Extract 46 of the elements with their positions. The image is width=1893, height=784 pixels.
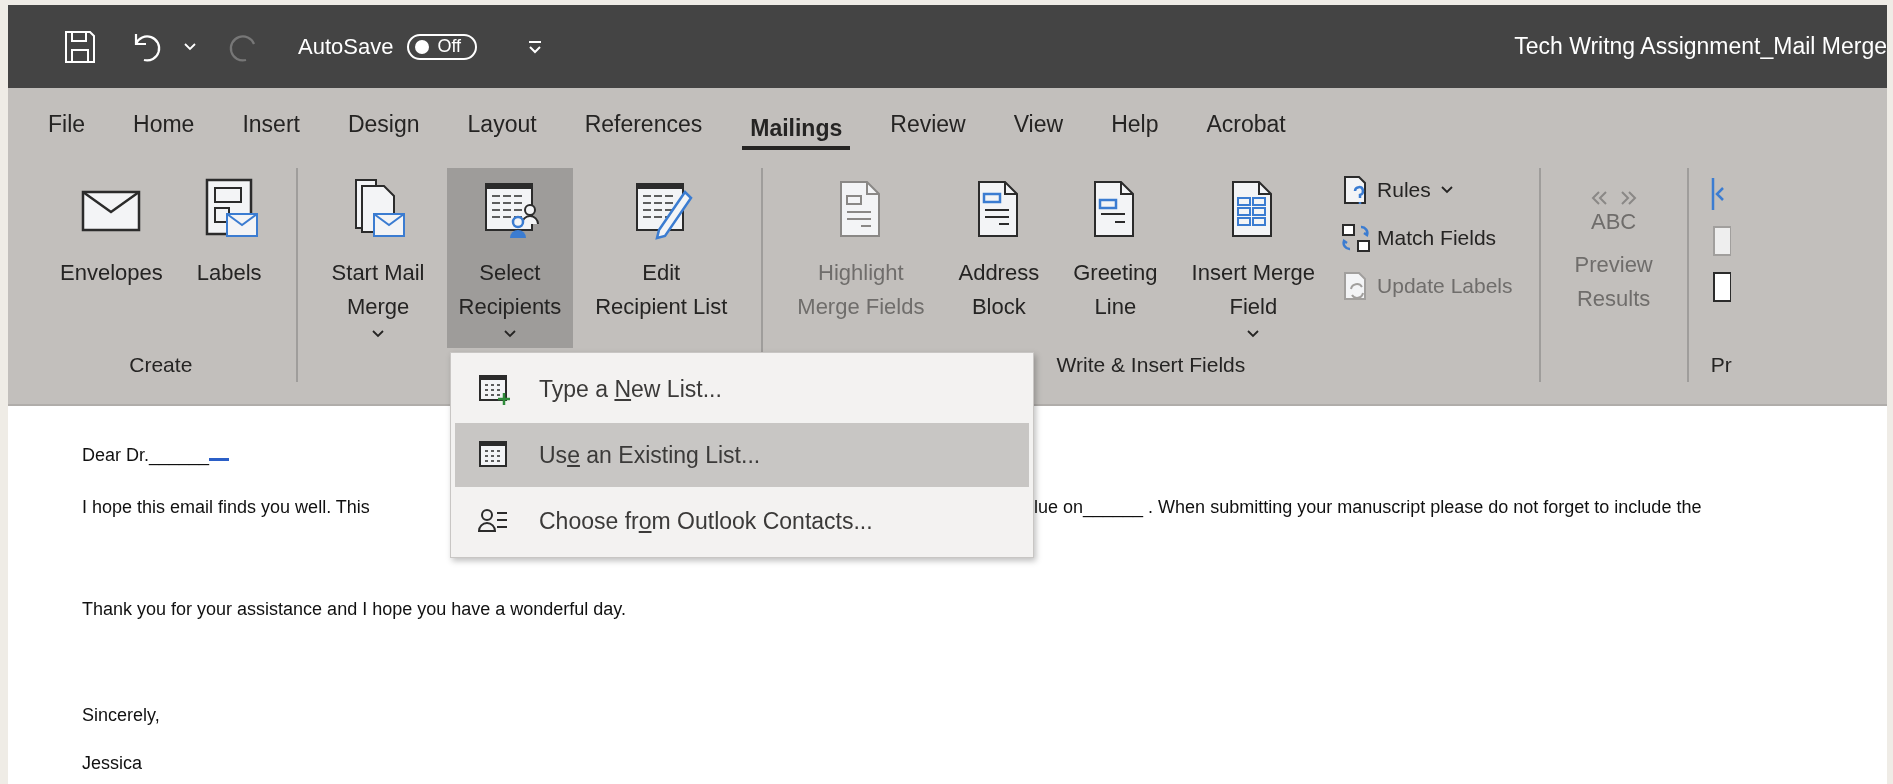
menu-item[interactable]: Type a New List...: [455, 357, 1029, 421]
group-label: Pr: [1710, 353, 1732, 376]
ribbon-button[interactable]: Select Recipients: [446, 168, 574, 348]
group-label: Write & Insert Fields: [1056, 353, 1246, 376]
ribbon-button[interactable]: Start Mail Merge: [319, 168, 437, 348]
ribbon-tab[interactable]: View: [1005, 102, 1072, 146]
save-icon[interactable]: [64, 29, 96, 64]
ribbon-tab[interactable]: Layout: [459, 102, 545, 146]
caret-icon[interactable]: [184, 42, 196, 51]
ribbon-tab[interactable]: Review: [882, 102, 974, 146]
ribbon-button[interactable]: Rules: [1337, 168, 1517, 212]
ribbon-button[interactable]: Address Block: [946, 168, 1052, 348]
ribbon-tab[interactable]: References: [576, 102, 711, 146]
paragraph: Thank you for your assistance and I hope you have a wonderful day.: [82, 599, 626, 619]
paragraph: Dear Dr.______: [82, 445, 210, 465]
caret-icon: [503, 330, 516, 338]
ribbon-tab[interactable]: Design: [339, 102, 428, 146]
ribbon-button[interactable]: Insert Merge Field: [1179, 168, 1328, 348]
ribbon-tab[interactable]: Help: [1103, 102, 1167, 146]
swap-arrows-icon: [1341, 223, 1372, 253]
autosave-toggle[interactable]: Off: [407, 33, 478, 60]
paragraph: lue on______ . When submitting your manuscript please do not forget to include the: [1034, 496, 1702, 518]
menu-item[interactable]: Use an Existing List...: [455, 423, 1029, 487]
caret-icon: [1247, 330, 1260, 338]
ribbon-button[interactable]: Edit Recipient List: [583, 168, 740, 348]
ribbon-tab[interactable]: Mailings: [742, 106, 851, 150]
ribbon-tab[interactable]: Home: [125, 102, 203, 146]
document-icon[interactable]: [1710, 272, 1731, 302]
menu-item[interactable]: Choose from Outlook Contacts...: [455, 489, 1029, 553]
autosave-label: AutoSave: [298, 33, 394, 60]
caret-icon: [1440, 186, 1453, 194]
paragraph: Sincerely,: [82, 705, 160, 725]
ribbon-tab[interactable]: File: [40, 102, 94, 146]
ribbon-button[interactable]: Greeting Line: [1061, 168, 1170, 348]
ribbon-button[interactable]: Match Fields: [1337, 216, 1517, 260]
caret-icon: [372, 330, 385, 338]
window-title: Tech Writng Assignment_Mail Merge: [1514, 33, 1887, 60]
paragraph: Jessica: [82, 753, 143, 773]
field-marker-icon: [209, 458, 230, 461]
ribbon-button[interactable]: Envelopes: [48, 168, 175, 348]
paragraph: I hope this email finds you well. This: [82, 497, 370, 517]
ribbon-tab[interactable]: Acrobat: [1198, 102, 1294, 146]
customize-icon[interactable]: [527, 39, 544, 54]
group-label: Create: [129, 353, 193, 376]
ribbon-tab[interactable]: Insert: [234, 102, 308, 146]
ribbon-button[interactable]: Labels: [184, 168, 274, 348]
